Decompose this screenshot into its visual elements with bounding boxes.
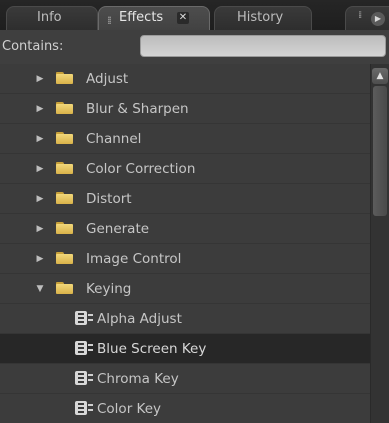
disclosure-triangle-right-icon[interactable]: ▶ [35, 214, 45, 244]
tab-info-label: Info [37, 10, 62, 25]
tab-effects-label: Effects [119, 10, 164, 25]
folder-row[interactable]: ▶ Generate [0, 214, 370, 244]
scroll-up-arrow-icon[interactable]: ▲ [372, 68, 388, 84]
search-row: Contains: [0, 30, 389, 65]
tab-bar: Info History ⁞⁞ Effects ✕ ⁞⁞ ▶ [0, 0, 389, 30]
close-icon[interactable]: ✕ [177, 12, 189, 24]
tab-overflow[interactable]: ⁞⁞ ▶ [345, 6, 389, 30]
panel-menu-icon[interactable]: ▶ [371, 12, 385, 26]
folder-icon [56, 102, 73, 114]
disclosure-triangle-right-icon[interactable]: ▶ [35, 244, 45, 274]
effect-icon [75, 311, 95, 325]
search-label: Contains: [2, 39, 64, 54]
scroll-thumb[interactable] [373, 86, 387, 216]
disclosure-triangle-right-icon[interactable]: ▶ [35, 124, 45, 154]
folder-label: Distort [86, 191, 132, 207]
folder-icon [56, 192, 73, 204]
effect-icon [75, 401, 95, 415]
tab-history-label: History [237, 10, 284, 25]
disclosure-triangle-right-icon[interactable]: ▶ [35, 94, 45, 124]
disclosure-triangle-right-icon[interactable]: ▶ [35, 64, 45, 94]
folder-row[interactable]: ▶ Distort [0, 184, 370, 214]
disclosure-triangle-right-icon[interactable]: ▶ [35, 154, 45, 184]
effect-label: Color Key [97, 401, 162, 417]
folder-row[interactable]: ▶ Image Control [0, 244, 370, 274]
folder-icon [56, 222, 73, 234]
effect-label: Blue Screen Key [97, 341, 207, 357]
folder-row[interactable]: ▼ Keying [0, 274, 370, 304]
folder-label: Blur & Sharpen [86, 101, 189, 117]
effects-tree: ▶ Adjust ▶ Blur & Sharpen ▶ Channel ▶ Color Cor… [0, 64, 370, 423]
folder-label: Keying [86, 281, 132, 297]
folder-icon [56, 162, 73, 174]
folder-label: Adjust [86, 71, 129, 87]
effect-icon [75, 341, 95, 355]
disclosure-triangle-right-icon[interactable]: ▶ [35, 184, 45, 214]
effect-label: Chroma Key [97, 371, 179, 387]
drag-grip-icon: ⁞⁞ [358, 10, 363, 21]
vertical-scrollbar[interactable]: ▲ [370, 64, 389, 423]
effect-row[interactable]: Color Key [0, 394, 370, 423]
disclosure-triangle-down-icon[interactable]: ▼ [35, 274, 45, 304]
folder-row[interactable]: ▶ Blur & Sharpen [0, 94, 370, 124]
effect-label: Alpha Adjust [97, 311, 182, 327]
folder-icon [56, 72, 73, 84]
effect-row[interactable]: Alpha Adjust [0, 304, 370, 334]
effect-row[interactable]: Chroma Key [0, 364, 370, 394]
effect-row[interactable]: Blue Screen Key [0, 334, 370, 364]
tab-history[interactable]: History [214, 6, 312, 30]
folder-row[interactable]: ▶ Color Correction [0, 154, 370, 184]
folder-label: Generate [86, 221, 150, 237]
folder-label: Color Correction [86, 161, 196, 177]
folder-icon [56, 282, 73, 294]
tab-info[interactable]: Info [6, 6, 98, 30]
search-input[interactable] [140, 35, 386, 57]
effect-icon [75, 371, 95, 385]
folder-label: Channel [86, 131, 142, 147]
folder-icon [56, 252, 73, 264]
folder-row[interactable]: ▶ Adjust [0, 64, 370, 94]
effects-panel: Info History ⁞⁞ Effects ✕ ⁞⁞ ▶ Contains:… [0, 0, 389, 423]
folder-row[interactable]: ▶ Channel [0, 124, 370, 154]
folder-icon [56, 132, 73, 144]
tab-effects[interactable]: ⁞⁞ Effects ✕ [98, 6, 210, 30]
drag-grip-icon[interactable]: ⁞⁞ [107, 10, 112, 32]
folder-label: Image Control [86, 251, 182, 267]
